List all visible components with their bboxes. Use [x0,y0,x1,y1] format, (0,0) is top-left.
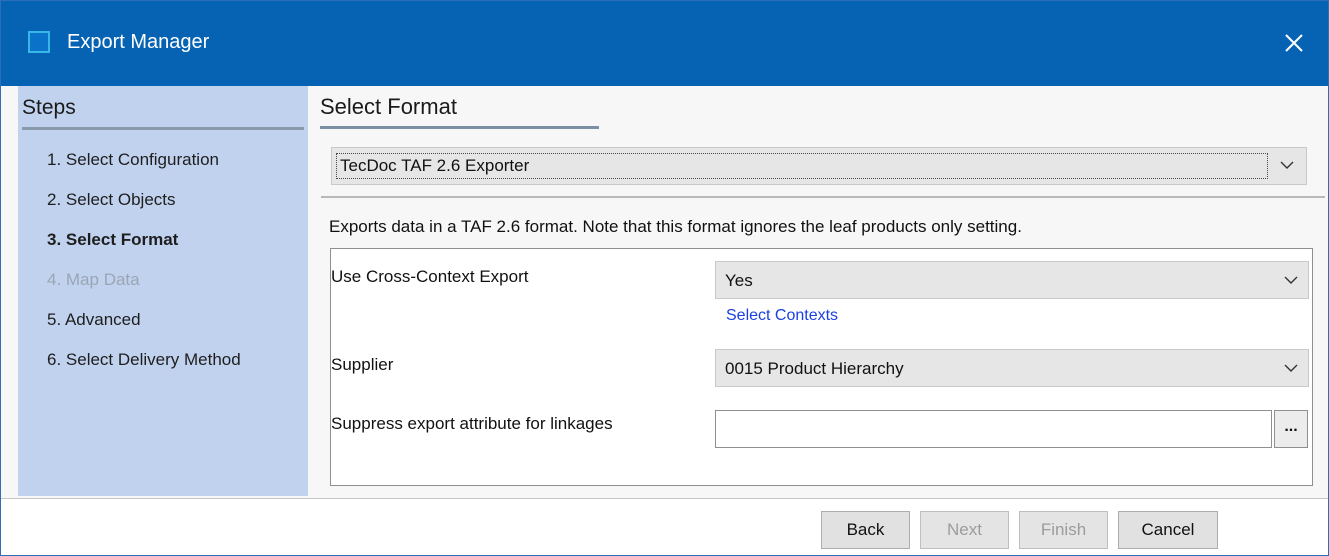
content-panel: Select Format TecDoc TAF 2.6 Exporter Ex… [308,86,1328,496]
steps-heading: Steps [22,96,76,119]
next-button[interactable]: Next [920,511,1009,549]
step-select-delivery-method: 6. Select Delivery Method [47,350,241,369]
suppress-attribute-label: Suppress export attribute for linkages [331,414,613,433]
steps-panel: Steps 1. Select Configuration 2. Select … [18,86,308,496]
cross-context-dropdown[interactable]: Yes [715,261,1309,299]
step-advanced: 5. Advanced [47,310,141,329]
section-title-underline [320,126,599,129]
format-dropdown[interactable]: TecDoc TAF 2.6 Exporter [331,147,1307,185]
format-divider [321,196,1325,198]
suppress-attribute-input[interactable] [715,410,1272,448]
cross-context-label: Use Cross-Context Export [331,267,529,286]
chevron-down-icon [1284,364,1298,372]
step-select-objects: 2. Select Objects [47,190,176,209]
close-button[interactable] [1274,21,1314,65]
window-icon [28,31,50,53]
chevron-down-icon [1280,161,1294,169]
export-manager-dialog: Export Manager Steps 1. Select Configura… [0,0,1329,556]
window-title: Export Manager [67,31,210,53]
supplier-dropdown[interactable]: 0015 Product Hierarchy [715,349,1309,387]
title-bar: Export Manager [1,1,1328,86]
finish-button[interactable]: Finish [1019,511,1108,549]
supplier-label: Supplier [331,355,394,374]
browse-button[interactable]: ... [1274,410,1308,448]
steps-list: 1. Select Configuration 2. Select Object… [47,148,241,388]
close-icon [1285,34,1303,52]
cross-context-value: Yes [725,271,753,290]
select-contexts-link[interactable]: Select Contexts [726,305,838,327]
supplier-value: 0015 Product Hierarchy [725,359,904,378]
step-map-data: 4. Map Data [47,270,140,289]
section-title: Select Format [320,94,457,119]
chevron-down-icon [1284,276,1298,284]
footer: Back Next Finish Cancel [1,499,1328,555]
cancel-button[interactable]: Cancel [1118,511,1218,549]
back-button[interactable]: Back [821,511,910,549]
step-select-format: 3. Select Format [47,230,179,249]
format-description: Exports data in a TAF 2.6 format. Note t… [329,217,1022,236]
format-dropdown-value: TecDoc TAF 2.6 Exporter [336,153,1268,179]
step-select-configuration: 1. Select Configuration [47,150,219,169]
steps-divider [22,127,304,130]
format-options-panel: Use Cross-Context Export Yes Select Cont… [330,248,1313,486]
